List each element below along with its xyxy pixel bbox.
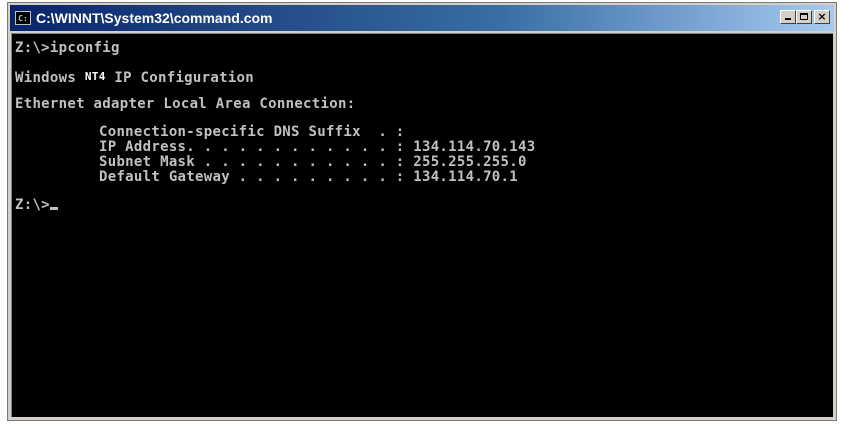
command-line-ipconfig: Z:\>ipconfig bbox=[15, 40, 120, 56]
row-value: 134.114.70.1 bbox=[404, 169, 518, 185]
console-window: C: C:\WINNT\System32\command.com × Z:\>i… bbox=[7, 2, 837, 421]
row-value: 134.114.70.143 bbox=[404, 139, 536, 155]
close-button[interactable]: × bbox=[814, 10, 830, 24]
terminal-text: Z:\>ipconfig Windows NT4 IP Configuratio… bbox=[12, 34, 833, 213]
console-output-area[interactable]: Z:\>ipconfig Windows NT4 IP Configuratio… bbox=[11, 33, 833, 417]
ms-dos-console-icon[interactable]: C: bbox=[15, 11, 31, 25]
dns-suffix-row: Connection-specific DNS Suffix . : bbox=[15, 125, 833, 140]
ip-configuration-heading: Windows NT4 IP Configuration bbox=[15, 69, 833, 86]
adapter-heading: Ethernet adapter Local Area Connection: bbox=[15, 96, 356, 112]
heading-prefix: Windows bbox=[15, 70, 85, 86]
minimize-button[interactable] bbox=[780, 10, 796, 24]
heading-suffix: IP Configuration bbox=[105, 70, 255, 86]
window-controls: × bbox=[780, 10, 830, 24]
row-label: Subnet Mask . . . . . . . . . . . : bbox=[99, 154, 405, 170]
subnet-mask-row: Subnet Mask . . . . . . . . . . . : 255.… bbox=[15, 155, 833, 170]
row-label: IP Address. . . . . . . . . . . . : bbox=[99, 139, 405, 155]
row-value: 255.255.255.0 bbox=[404, 154, 527, 170]
maximize-button[interactable] bbox=[796, 10, 812, 24]
title-bar[interactable]: C: C:\WINNT\System32\command.com × bbox=[10, 5, 834, 31]
ip-address-row: IP Address. . . . . . . . . . . . : 134.… bbox=[15, 140, 833, 155]
command-prompt[interactable]: Z:\> bbox=[15, 198, 833, 213]
blinking-cursor bbox=[49, 207, 58, 210]
window-title: C:\WINNT\System32\command.com bbox=[36, 10, 273, 26]
close-icon: × bbox=[817, 10, 827, 23]
nt4-label: NT4 bbox=[84, 70, 106, 83]
row-label: Default Gateway . . . . . . . . . : bbox=[99, 169, 405, 185]
prompt-text: Z:\> bbox=[15, 197, 50, 213]
row-label: Connection-specific DNS Suffix . : bbox=[99, 124, 405, 140]
default-gateway-row: Default Gateway . . . . . . . . . : 134.… bbox=[15, 170, 833, 185]
